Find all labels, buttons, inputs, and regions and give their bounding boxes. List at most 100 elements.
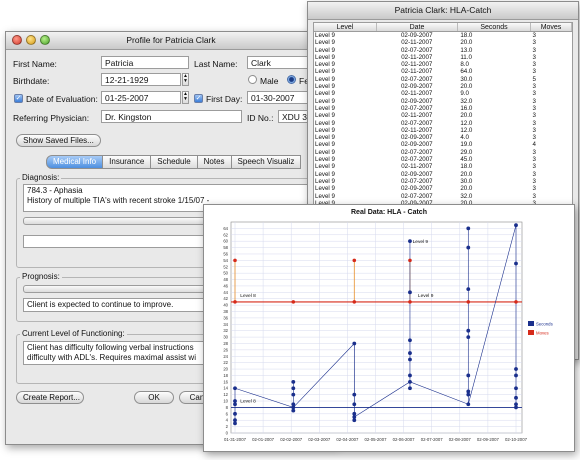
- table-cell: Level 9: [315, 32, 335, 39]
- zoom-window-button[interactable]: [40, 35, 50, 45]
- moves-point: [514, 300, 518, 304]
- x-tick-label: 02-09-2007: [477, 437, 500, 442]
- seconds-point: [514, 261, 518, 266]
- x-tick-label: 02-05-2007: [365, 437, 388, 442]
- table-row[interactable]: Level 9 02-07-2007 29.0 3: [314, 149, 572, 156]
- table-row[interactable]: Level 9 02-11-2007 20.0 3: [314, 112, 572, 119]
- evaluation-checkbox[interactable]: ✓: [14, 94, 23, 103]
- table-cell: 3: [532, 46, 536, 54]
- legend-swatch: [528, 330, 534, 335]
- tab-insurance[interactable]: Insurance: [103, 155, 152, 169]
- table-row[interactable]: Level 9 02-09-2007 19.0 4: [314, 141, 572, 148]
- seconds-point: [352, 418, 357, 423]
- seconds-point: [233, 386, 237, 391]
- y-tick-label: 56: [223, 251, 228, 256]
- y-tick-label: 14: [223, 386, 228, 391]
- tab-speech-visualization[interactable]: Speech Visualiz: [231, 155, 302, 169]
- table-cell: 3: [532, 61, 536, 69]
- seconds-point: [408, 290, 412, 295]
- gender-female-radio[interactable]: [287, 75, 296, 84]
- annotation-label: Level 8: [240, 293, 256, 299]
- table-cell: 3: [532, 185, 536, 193]
- seconds-point: [514, 373, 518, 378]
- table-row[interactable]: Level 9 02-09-2007 20.0 3: [314, 171, 572, 178]
- x-tick-label: 02-03-2007: [308, 437, 331, 442]
- table-row[interactable]: Level 9 02-11-2007 64.0 3: [314, 68, 572, 75]
- table-row[interactable]: Level 9 02-11-2007 20.0 3: [314, 39, 572, 46]
- tab-medical-info[interactable]: Medical Info: [46, 155, 104, 169]
- table-row[interactable]: Level 9 02-11-2007 18.0 3: [314, 163, 572, 170]
- table-row[interactable]: Level 9 02-11-2007 12.0 3: [314, 127, 572, 134]
- table-row[interactable]: Level 9 02-07-2007 30.0 3: [314, 178, 572, 185]
- table-cell: 13.0: [460, 46, 473, 54]
- y-tick-label: 28: [223, 341, 228, 346]
- table-cell: 20.0: [460, 83, 473, 91]
- gender-male-radio[interactable]: [248, 75, 257, 84]
- moves-point: [408, 300, 412, 304]
- table-title: Patricia Clark: HLA-Catch: [394, 5, 492, 15]
- table-row[interactable]: Level 9 02-09-2007 20.0 3: [314, 83, 572, 90]
- column-moves[interactable]: Moves: [531, 23, 572, 31]
- table-row[interactable]: Level 9 02-11-2007 8.0 3: [314, 61, 572, 68]
- table-row[interactable]: Level 9 02-07-2007 12.0 3: [314, 120, 572, 127]
- table-row[interactable]: Level 9 02-09-2007 32.0 3: [314, 98, 572, 105]
- evaluation-date-stepper[interactable]: ▲ ▼: [182, 91, 189, 104]
- first-day-checkbox[interactable]: ✓: [194, 94, 203, 103]
- y-tick-label: 32: [223, 328, 228, 333]
- seconds-point: [291, 386, 296, 391]
- birthdate-field[interactable]: 12-21-1929: [101, 73, 181, 86]
- create-report-button[interactable]: Create Report...: [16, 391, 84, 404]
- table-cell: 32.0: [460, 97, 473, 105]
- table-cell: 02-11-2007: [401, 112, 433, 120]
- tab-schedule[interactable]: Schedule: [151, 155, 198, 169]
- table-row[interactable]: Level 9 02-07-2007 45.0 3: [314, 156, 572, 163]
- close-window-button[interactable]: [12, 35, 22, 45]
- moves-point: [352, 258, 357, 263]
- minimize-window-button[interactable]: [26, 35, 36, 45]
- seconds-point: [514, 405, 518, 410]
- column-seconds[interactable]: Seconds: [458, 23, 531, 31]
- annotation-label: Level 9: [418, 293, 434, 299]
- table-row[interactable]: Level 9 02-09-2007 4.0 3: [314, 134, 572, 141]
- seconds-point: [233, 411, 237, 416]
- table-row[interactable]: Level 9 02-09-2007 20.0 3: [314, 185, 572, 192]
- table-cell: 20.0: [460, 112, 473, 120]
- y-tick-label: 16: [223, 379, 228, 384]
- y-tick-label: 18: [223, 373, 228, 378]
- y-tick-label: 8: [226, 405, 229, 410]
- seconds-point: [408, 386, 412, 391]
- legend-label: Seconds: [536, 322, 553, 327]
- seconds-point: [514, 367, 518, 371]
- table-cell: Level 9: [315, 156, 335, 164]
- physician-field[interactable]: Dr. Kingston: [101, 110, 242, 123]
- table-row[interactable]: Level 9 02-11-2007 9.0 3: [314, 90, 572, 97]
- table-row[interactable]: Level 9 02-07-2007 16.0 3: [314, 105, 572, 112]
- seconds-point: [408, 379, 412, 384]
- table-row[interactable]: Level 9 02-07-2007 13.0 3: [314, 47, 572, 54]
- table-row[interactable]: Level 9 02-07-2007 30.0 5: [314, 76, 572, 83]
- table-cell: 3: [532, 156, 536, 164]
- y-tick-label: 26: [223, 347, 228, 352]
- table-cell: Level 9: [315, 46, 335, 54]
- table-cell: 02-11-2007: [401, 163, 433, 171]
- evaluation-date-field[interactable]: 01-25-2007: [101, 91, 181, 104]
- seconds-point: [291, 392, 296, 397]
- table-row[interactable]: Level 9 02-11-2007 11.0 3: [314, 54, 572, 61]
- table-row[interactable]: Level 9 02-09-2007 18.0 3: [314, 32, 572, 39]
- tab-notes[interactable]: Notes: [197, 155, 232, 169]
- show-saved-files-button[interactable]: Show Saved Files...: [16, 134, 101, 147]
- table-row[interactable]: Level 9 02-07-2007 32.0 3: [314, 193, 572, 200]
- y-tick-label: 42: [223, 296, 228, 301]
- first-name-field[interactable]: Patricia: [101, 56, 189, 69]
- ok-button[interactable]: OK: [134, 391, 174, 404]
- table-cell: 02-09-2007: [400, 97, 433, 105]
- table-cell: Level 9: [315, 97, 335, 105]
- seconds-point: [233, 421, 237, 426]
- birthdate-stepper[interactable]: ▲ ▼: [182, 73, 189, 86]
- table-cell: 16.0: [460, 104, 473, 112]
- y-tick-label: 44: [223, 290, 228, 295]
- table-cell: 12.0: [460, 126, 473, 134]
- column-date[interactable]: Date: [377, 23, 458, 31]
- column-level[interactable]: Level: [314, 23, 377, 31]
- seconds-point: [408, 338, 412, 343]
